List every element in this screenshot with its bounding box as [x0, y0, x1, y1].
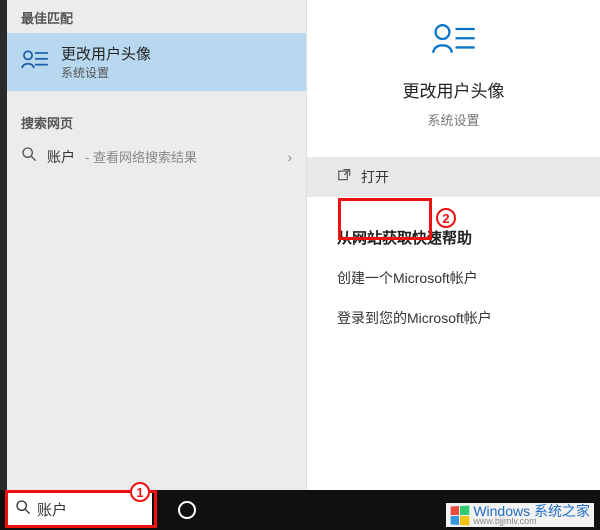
search-input[interactable] — [37, 501, 144, 518]
results-right-panel: 更改用户头像 系统设置 打开 从网站获取快速帮助 创建一个Microsoft帐户… — [307, 0, 600, 490]
watermark-url: www.bjjmlv.com — [473, 517, 590, 526]
results-left-panel: 最佳匹配 更改用户头像 系统设置 搜索网页 — [7, 0, 307, 490]
best-match-item[interactable]: 更改用户头像 系统设置 — [7, 33, 306, 91]
cortana-icon — [178, 501, 196, 519]
search-web-term: 账户 — [47, 147, 75, 167]
task-view-icon — [227, 502, 247, 518]
detail-header: 更改用户头像 系统设置 — [307, 20, 600, 129]
search-web-hint: - 查看网络搜索结果 — [85, 147, 197, 166]
search-results-panel: 最佳匹配 更改用户头像 系统设置 搜索网页 — [7, 0, 600, 490]
open-label: 打开 — [361, 167, 389, 187]
search-icon — [21, 146, 37, 167]
quick-help-section: 从网站获取快速帮助 创建一个Microsoft帐户 登录到您的Microsoft… — [307, 227, 600, 328]
cortana-button[interactable] — [164, 490, 210, 530]
quick-help-link[interactable]: 登录到您的Microsoft帐户 — [337, 308, 570, 328]
user-avatar-settings-icon — [21, 48, 49, 77]
taskbar-icons — [160, 490, 260, 530]
windows-logo-icon — [451, 505, 470, 525]
chevron-right-icon: › — [287, 149, 292, 165]
task-view-button[interactable] — [214, 490, 260, 530]
best-match-subtitle: 系统设置 — [61, 64, 151, 81]
search-web-item-left: 账户 - 查看网络搜索结果 — [21, 146, 197, 167]
detail-subtitle: 系统设置 — [427, 110, 479, 129]
search-icon — [15, 499, 31, 520]
detail-title: 更改用户头像 — [403, 77, 505, 102]
quick-help-link[interactable]: 创建一个Microsoft帐户 — [337, 268, 570, 288]
window-left-strip — [0, 0, 7, 490]
taskbar-search-box[interactable] — [7, 492, 152, 527]
open-icon — [337, 168, 353, 187]
best-match-text: 更改用户头像 系统设置 — [61, 43, 151, 81]
quick-help-header: 从网站获取快速帮助 — [337, 227, 570, 248]
best-match-header: 最佳匹配 — [7, 0, 306, 33]
user-avatar-settings-icon — [431, 20, 477, 63]
search-web-item[interactable]: 账户 - 查看网络搜索结果 › — [7, 138, 306, 175]
open-action[interactable]: 打开 — [307, 157, 600, 197]
best-match-title: 更改用户头像 — [61, 43, 151, 64]
watermark: Windows 系统之家 www.bjjmlv.com — [446, 503, 594, 527]
search-web-header: 搜索网页 — [7, 105, 306, 138]
search-web-section: 搜索网页 账户 - 查看网络搜索结果 › — [7, 105, 306, 175]
